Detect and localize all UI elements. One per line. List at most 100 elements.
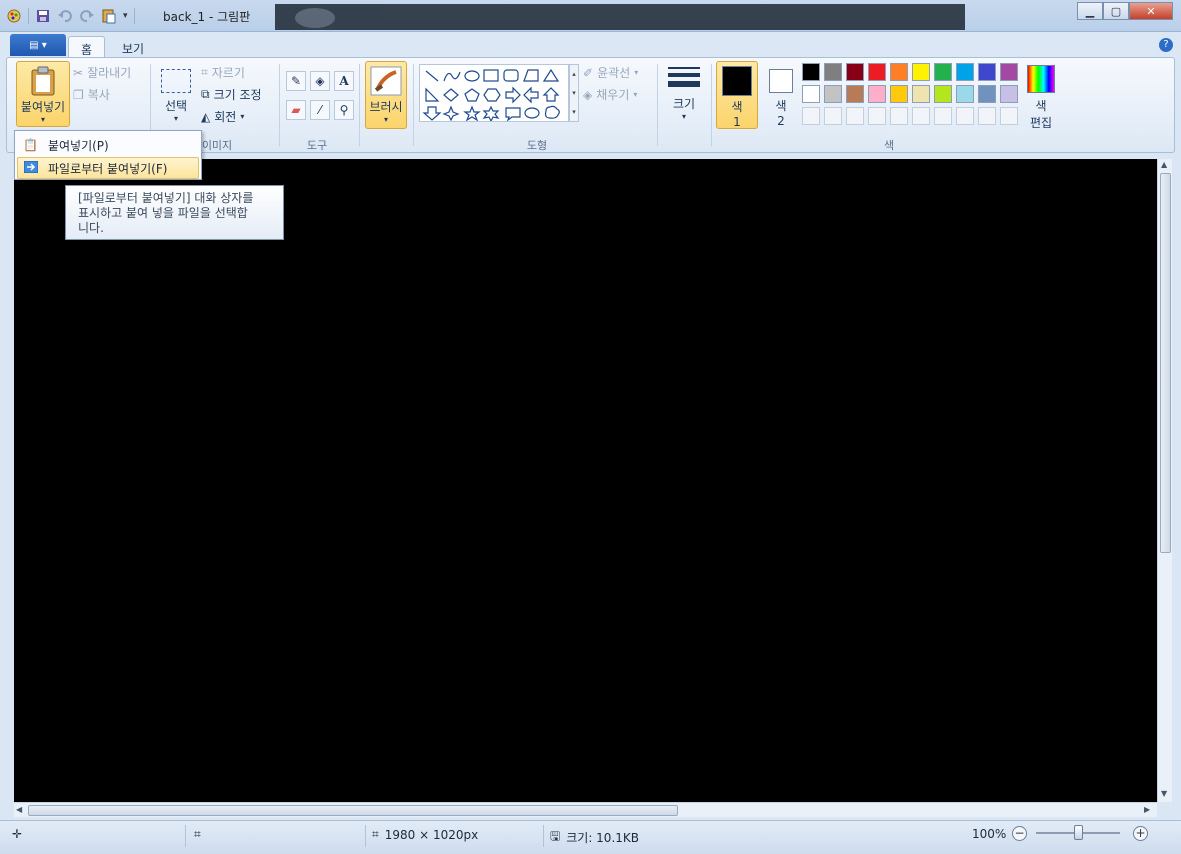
copy-icon: ❐ bbox=[73, 87, 84, 102]
zoom-slider-thumb[interactable] bbox=[1074, 825, 1083, 840]
palette-swatch-empty[interactable] bbox=[1000, 107, 1018, 125]
copy-button[interactable]: ❐ 복사 bbox=[73, 86, 110, 103]
palette-swatch[interactable] bbox=[890, 63, 908, 81]
eraser-icon[interactable]: ▰ bbox=[286, 100, 306, 120]
undo-icon[interactable] bbox=[57, 8, 73, 24]
palette-swatch-empty[interactable] bbox=[890, 107, 908, 125]
palette-swatch-empty[interactable] bbox=[824, 107, 842, 125]
edit-colors-button[interactable]: 색 편집 bbox=[1019, 61, 1063, 130]
palette-swatch[interactable] bbox=[824, 63, 842, 81]
color-picker-icon[interactable]: ⁄ bbox=[310, 100, 330, 120]
image-canvas[interactable] bbox=[14, 159, 1157, 802]
file-size: 🖫 크기: 10.1KB bbox=[550, 827, 639, 848]
minimize-button[interactable]: ▁ bbox=[1077, 2, 1103, 20]
paste-from-file-menu-item[interactable]: 파일로부터 붙여넣기(F) bbox=[17, 157, 199, 179]
palette-swatch[interactable] bbox=[846, 85, 864, 103]
chevron-down-icon: ▾ bbox=[40, 115, 45, 124]
resize-button[interactable]: ⧉ 크기 조정 bbox=[201, 86, 262, 103]
zoom-out-icon[interactable]: − bbox=[1012, 826, 1027, 841]
tab-home[interactable]: 홈 bbox=[68, 36, 106, 58]
horizontal-scroll-thumb[interactable] bbox=[28, 805, 678, 816]
tab-view[interactable]: 보기 bbox=[110, 36, 156, 58]
cut-button[interactable]: ✂ 잘라내기 bbox=[73, 64, 131, 81]
palette-swatch[interactable] bbox=[846, 63, 864, 81]
scroll-left-icon[interactable]: ◀ bbox=[16, 805, 22, 814]
palette-swatch[interactable] bbox=[978, 63, 996, 81]
palette-swatch[interactable] bbox=[802, 85, 820, 103]
scroll-up-icon[interactable]: ▲ bbox=[1161, 160, 1167, 169]
divider bbox=[185, 825, 186, 847]
fill-button[interactable]: ◈ 채우기 ▾ bbox=[583, 86, 637, 103]
palette-swatch[interactable] bbox=[912, 63, 930, 81]
horizontal-scrollbar[interactable]: ◀ ▶ bbox=[14, 802, 1157, 817]
paste-dropdown-menu: 📋 붙여넣기(P) 파일로부터 붙여넣기(F) bbox=[14, 130, 202, 180]
palette-swatch[interactable] bbox=[978, 85, 996, 103]
vertical-scroll-thumb[interactable] bbox=[1160, 173, 1171, 553]
palette-swatch-empty[interactable] bbox=[934, 107, 952, 125]
scissors-icon: ✂ bbox=[73, 65, 84, 80]
palette-swatch[interactable] bbox=[868, 85, 886, 103]
vertical-scrollbar[interactable]: ▲ ▼ bbox=[1157, 159, 1172, 802]
paste-quick-icon[interactable] bbox=[101, 8, 117, 24]
brushes-button[interactable]: 브러시 ▾ bbox=[365, 61, 407, 129]
magnifier-icon[interactable]: ⚲ bbox=[334, 100, 354, 120]
crop-button[interactable]: ⌗ 자르기 bbox=[201, 64, 245, 81]
outline-button[interactable]: ✐ 윤곽선 ▾ bbox=[583, 64, 638, 81]
palette-swatch[interactable] bbox=[802, 63, 820, 81]
help-icon[interactable]: ? bbox=[1159, 38, 1173, 52]
rainbow-icon bbox=[1027, 65, 1055, 93]
rotate-button[interactable]: ◭ 회전 ▾ bbox=[201, 108, 244, 125]
zoom-in-icon[interactable]: + bbox=[1133, 826, 1148, 841]
palette-swatch[interactable] bbox=[956, 85, 974, 103]
palette-swatch[interactable] bbox=[890, 85, 908, 103]
chevron-down-icon: ▾ bbox=[681, 112, 686, 121]
palette-swatch[interactable] bbox=[1000, 63, 1018, 81]
palette-swatch[interactable] bbox=[824, 85, 842, 103]
group-separator bbox=[413, 64, 414, 146]
palette-swatch[interactable] bbox=[934, 63, 952, 81]
shapes-scroll[interactable]: ▴ ▾ ▾ bbox=[569, 64, 579, 122]
color2-button[interactable]: 색 2 bbox=[762, 61, 800, 129]
shapes-gallery[interactable] bbox=[419, 64, 569, 122]
palette-swatch[interactable] bbox=[1000, 85, 1018, 103]
palette-swatch-empty[interactable] bbox=[912, 107, 930, 125]
size-button[interactable]: 크기 ▾ bbox=[663, 61, 705, 129]
color1-num: 1 bbox=[733, 115, 741, 129]
palette-swatch[interactable] bbox=[956, 63, 974, 81]
title-bar: ▾ back_1 - 그림판 ▁ ▢ ✕ bbox=[0, 0, 1181, 32]
palette-swatch[interactable] bbox=[912, 85, 930, 103]
paint-app-icon[interactable] bbox=[6, 8, 22, 24]
save-icon[interactable] bbox=[35, 8, 51, 24]
palette-swatch-empty[interactable] bbox=[802, 107, 820, 125]
crop-label: 자르기 bbox=[211, 66, 245, 80]
scroll-down-icon[interactable]: ▼ bbox=[1161, 789, 1167, 798]
menu-icon: ▤ ▾ bbox=[29, 39, 47, 51]
color1-button[interactable]: 색 1 bbox=[716, 61, 758, 129]
fill-label: 채우기 bbox=[596, 88, 630, 102]
divider bbox=[365, 825, 366, 847]
redo-icon[interactable] bbox=[79, 8, 95, 24]
maximize-button[interactable]: ▢ bbox=[1103, 2, 1129, 20]
dimensions-text: 1980 × 1020px bbox=[384, 827, 479, 842]
palette-swatch-empty[interactable] bbox=[956, 107, 974, 125]
close-button[interactable]: ✕ bbox=[1129, 2, 1173, 20]
pencil-icon[interactable]: ✎ bbox=[286, 71, 306, 91]
clipboard-icon bbox=[30, 66, 56, 96]
paste-menu-item[interactable]: 📋 붙여넣기(P) bbox=[17, 134, 199, 156]
select-button[interactable]: 선택 ▾ bbox=[157, 61, 195, 127]
palette-swatch[interactable] bbox=[868, 63, 886, 81]
palette-swatch[interactable] bbox=[934, 85, 952, 103]
brush-label: 브러시 bbox=[369, 100, 403, 114]
fill-bucket-icon[interactable]: ◈ bbox=[310, 71, 330, 91]
paste-button[interactable]: 붙여넣기 ▾ bbox=[16, 61, 70, 127]
text-tool-icon[interactable]: A bbox=[334, 71, 354, 91]
chevron-down-icon: ▾ bbox=[634, 68, 639, 77]
palette-swatch-empty[interactable] bbox=[868, 107, 886, 125]
customize-arrow-icon[interactable]: ▾ bbox=[123, 11, 128, 21]
paint-menu-button[interactable]: ▤ ▾ bbox=[10, 34, 66, 56]
fill-icon: ◈ bbox=[583, 87, 593, 102]
resize-label: 크기 조정 bbox=[213, 88, 262, 102]
scroll-right-icon[interactable]: ▶ bbox=[1144, 805, 1150, 814]
palette-swatch-empty[interactable] bbox=[846, 107, 864, 125]
palette-swatch-empty[interactable] bbox=[978, 107, 996, 125]
